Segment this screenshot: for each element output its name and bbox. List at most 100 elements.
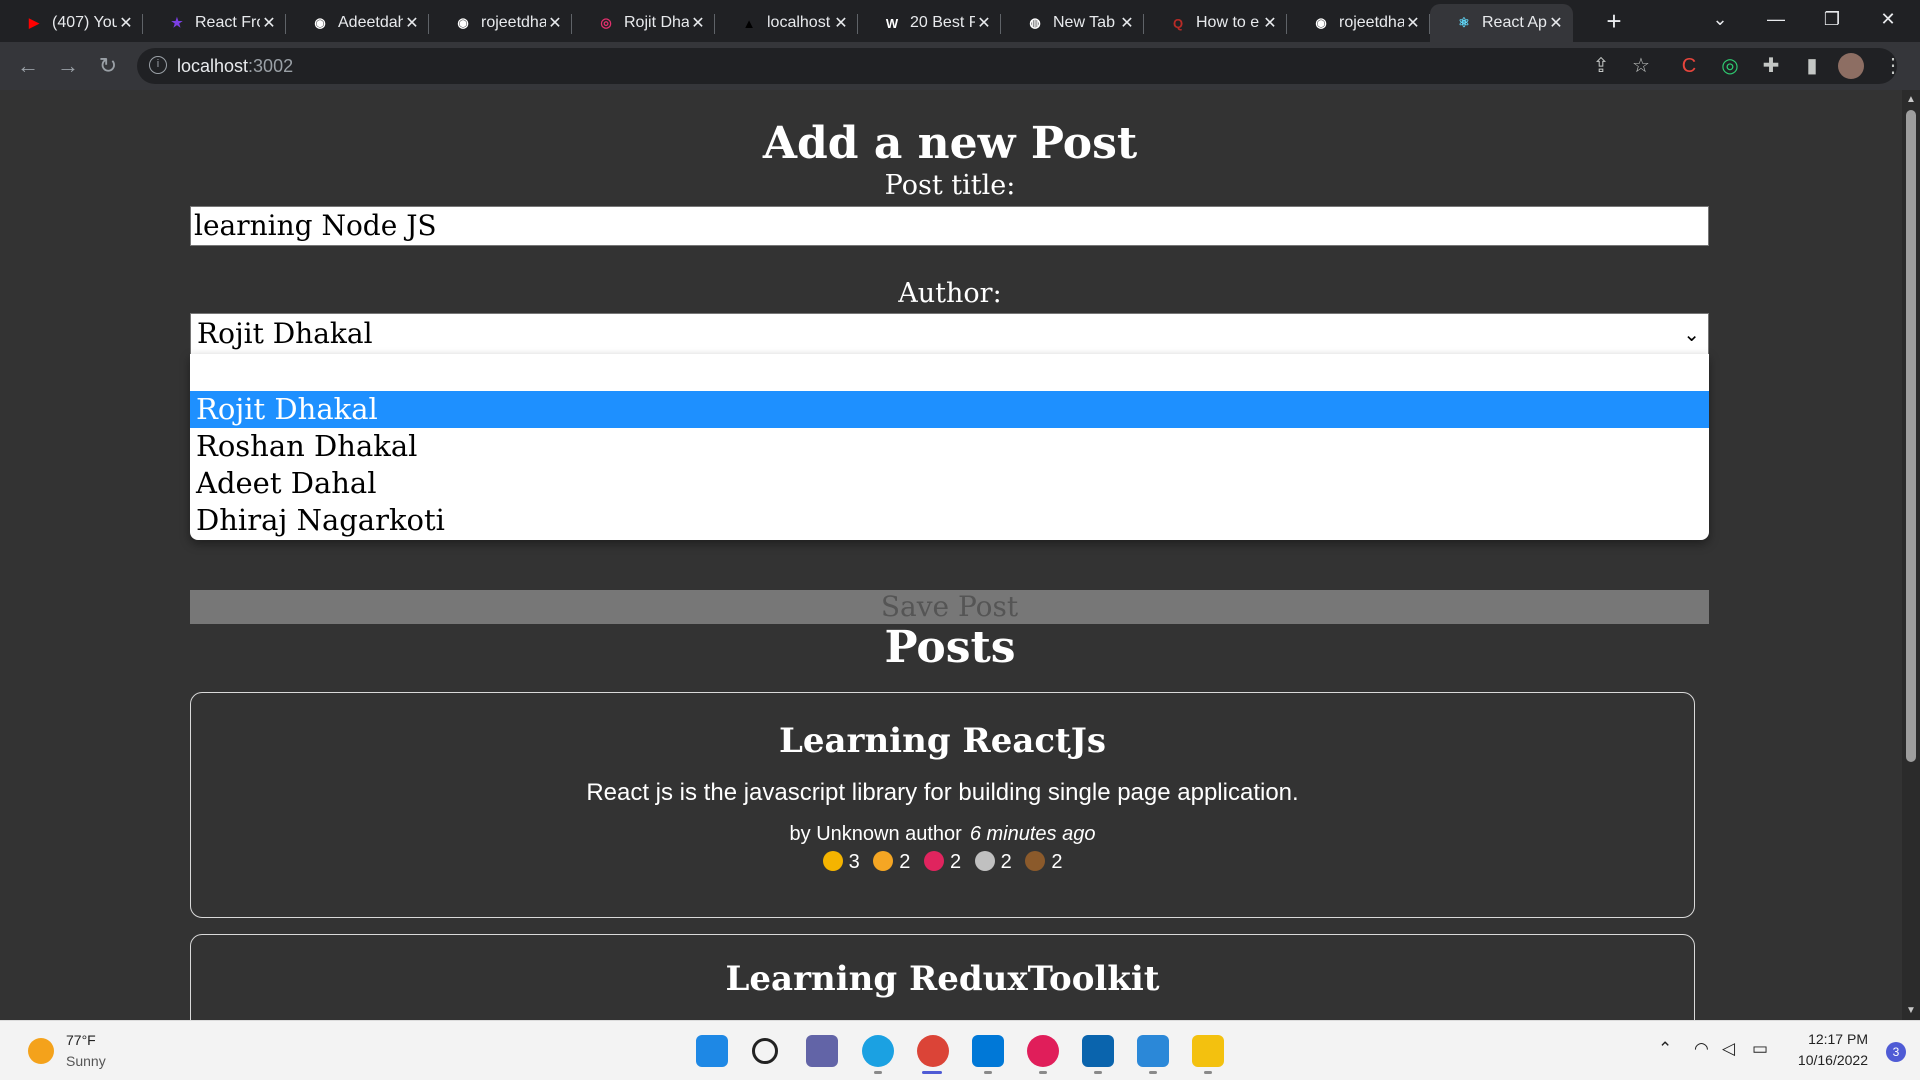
clock-time[interactable]: 12:17 PM xyxy=(1808,1031,1868,1047)
post-title-input[interactable]: learning Node JS xyxy=(190,206,1709,246)
teams-chat-icon[interactable] xyxy=(806,1035,838,1067)
reaction-thumbs-up-button[interactable]: 3 xyxy=(822,851,860,874)
bookmark-star-icon[interactable]: ☆ xyxy=(1627,52,1655,80)
close-tab-icon[interactable]: ✕ xyxy=(689,13,707,33)
site-info-icon[interactable]: i xyxy=(149,56,167,74)
reaction-rocket-button[interactable]: 2 xyxy=(974,851,1012,874)
windows-taskbar: 77°F Sunny ⌃ ◠ ◁ ▭ 12:17 PM 10/16/2022 3 xyxy=(0,1020,1920,1080)
triangle-icon: ▲ xyxy=(742,15,756,31)
scroll-down-arrow-icon[interactable]: ▼ xyxy=(1906,1005,1916,1016)
weather-temperature[interactable]: 77°F xyxy=(66,1032,96,1048)
vscode-icon[interactable] xyxy=(972,1035,1004,1067)
close-tab-icon[interactable]: ✕ xyxy=(1547,13,1565,33)
close-tab-icon[interactable]: ✕ xyxy=(1261,13,1279,33)
extensions-puzzle-icon[interactable]: ✚ xyxy=(1757,52,1785,80)
author-option-rojit-dhakal[interactable]: Rojit Dhakal xyxy=(190,391,1709,428)
running-indicator xyxy=(874,1071,882,1074)
scrollbar-thumb[interactable] xyxy=(1906,110,1916,762)
extension-grammarly-icon[interactable]: ◎ xyxy=(1716,52,1744,80)
browser-tab[interactable]: ◉ rojeetdha ✕ xyxy=(1287,4,1430,42)
running-indicator xyxy=(1204,1071,1212,1074)
minimize-button[interactable]: — xyxy=(1748,0,1804,38)
instagram-icon: ◎ xyxy=(600,15,612,30)
author-option-dhiraj-nagarkoti[interactable]: Dhiraj Nagarkoti xyxy=(190,502,1709,539)
wifi-icon[interactable]: ◠ xyxy=(1694,1039,1709,1059)
browser-tab[interactable]: ◉ rojeetdha ✕ xyxy=(429,4,572,42)
author-select[interactable]: Rojit Dhakal ⌄ xyxy=(190,313,1709,355)
browser-tab[interactable]: W 20 Best P ✕ xyxy=(858,4,1001,42)
author-option-empty[interactable] xyxy=(190,354,1709,391)
close-tab-icon[interactable]: ✕ xyxy=(117,13,135,33)
battery-icon[interactable]: ▭ xyxy=(1752,1039,1768,1059)
chrome-icon[interactable] xyxy=(917,1035,949,1067)
scroll-up-arrow-icon[interactable]: ▲ xyxy=(1906,94,1916,105)
show-hidden-icons-chevron-icon[interactable]: ⌃ xyxy=(1658,1039,1672,1059)
author-option-roshan-dhakal[interactable]: Roshan Dhakal xyxy=(190,428,1709,465)
save-post-button[interactable]: Save Post xyxy=(190,590,1709,624)
close-tab-icon[interactable]: ✕ xyxy=(260,13,278,33)
search-icon[interactable] xyxy=(752,1038,778,1064)
close-tab-icon[interactable]: ✕ xyxy=(1404,13,1422,33)
post-card: Learning ReduxToolkit xyxy=(190,934,1695,1020)
reaction-coffee-button[interactable]: 2 xyxy=(1025,851,1062,874)
forward-icon[interactable]: → xyxy=(54,52,82,80)
post-meta: by Unknown author 6 minutes ago xyxy=(191,823,1694,846)
browser-tab[interactable]: ◎ Rojit Dha ✕ xyxy=(572,4,715,42)
close-tab-icon[interactable]: ✕ xyxy=(832,13,850,33)
page-scrollbar[interactable]: ▲ ▼ xyxy=(1902,90,1920,1020)
sun-icon[interactable] xyxy=(28,1038,54,1064)
photos-icon[interactable] xyxy=(1137,1035,1169,1067)
close-window-button[interactable]: ✕ xyxy=(1860,0,1916,38)
start-windows-icon[interactable] xyxy=(696,1035,728,1067)
browser-tab[interactable]: Q How to e ✕ xyxy=(1144,4,1287,42)
back-icon[interactable]: ← xyxy=(14,52,42,80)
page-viewport: Add a new Post Post title: learning Node… xyxy=(0,90,1920,1020)
volume-icon[interactable]: ◁ xyxy=(1722,1039,1735,1059)
browser-tab[interactable]: ◍ New Tab ✕ xyxy=(1001,4,1144,42)
weather-description[interactable]: Sunny xyxy=(66,1053,106,1069)
clock-date[interactable]: 10/16/2022 xyxy=(1798,1052,1868,1068)
author-option-adeet-dahal[interactable]: Adeet Dahal xyxy=(190,465,1709,502)
tab-title: rojeetdha xyxy=(481,14,546,31)
notification-badge[interactable]: 3 xyxy=(1886,1042,1906,1062)
browser-tab[interactable]: ⚛ React App✕ xyxy=(1430,4,1573,42)
chrome-icon: ◍ xyxy=(1029,15,1041,30)
reaction-wow-button[interactable]: 2 xyxy=(873,851,910,874)
post-title: Learning ReactJs xyxy=(778,721,1106,761)
heart-icon xyxy=(923,851,944,871)
reaction-heart-button[interactable]: 2 xyxy=(923,851,961,874)
menu-kebab-icon[interactable]: ⋮ xyxy=(1879,52,1907,80)
browser-toolbar: ← → ↻ i localhost:3002 ⇪ ☆ C ◎ ✚ ▮ ⋮ xyxy=(0,42,1920,90)
address-bar[interactable]: i localhost:3002 ⇪ ☆ xyxy=(137,48,1897,84)
coffee-icon xyxy=(1025,851,1046,871)
close-tab-icon[interactable]: ✕ xyxy=(546,13,564,33)
post-author: by Unknown author xyxy=(789,823,962,845)
side-panel-icon[interactable]: ▮ xyxy=(1798,52,1826,80)
youtube-icon: ▶ xyxy=(29,15,39,30)
slack-icon[interactable] xyxy=(1027,1035,1059,1067)
restore-button[interactable]: ❐ xyxy=(1804,0,1860,38)
active-indicator xyxy=(922,1071,942,1074)
mail-icon[interactable] xyxy=(1082,1035,1114,1067)
close-tab-icon[interactable]: ✕ xyxy=(403,13,421,33)
wix-icon: W xyxy=(885,15,899,31)
browser-tab[interactable]: ★ React Fro ✕ xyxy=(143,4,286,42)
reload-icon[interactable]: ↻ xyxy=(94,52,122,80)
share-icon[interactable]: ⇪ xyxy=(1587,52,1615,80)
browser-tab[interactable]: ▶ (407) You ✕ xyxy=(0,4,143,42)
close-tab-icon[interactable]: ✕ xyxy=(1118,13,1136,33)
browser-tab[interactable]: ◉ Adeetdah ✕ xyxy=(286,4,429,42)
reaction-bar: 3 2 2 2 2 xyxy=(191,851,1694,874)
profile-avatar[interactable] xyxy=(1838,53,1864,79)
post-card: Learning ReactJs React js is the javascr… xyxy=(190,692,1695,918)
tab-search-icon[interactable]: ⌄ xyxy=(1692,0,1748,38)
close-tab-icon[interactable]: ✕ xyxy=(975,13,993,33)
extension-c-icon[interactable]: C xyxy=(1675,52,1703,80)
file-explorer-icon[interactable] xyxy=(1192,1035,1224,1067)
edge-icon[interactable] xyxy=(862,1035,894,1067)
author-dropdown-list: Rojit Dhakal Roshan Dhakal Adeet Dahal D… xyxy=(190,354,1709,540)
author-selected-value: Rojit Dhakal xyxy=(197,317,373,350)
new-tab-button[interactable]: + xyxy=(1597,4,1631,38)
browser-tab[interactable]: ▲ localhost ✕ xyxy=(715,4,858,42)
reaction-count: 3 xyxy=(848,851,860,873)
